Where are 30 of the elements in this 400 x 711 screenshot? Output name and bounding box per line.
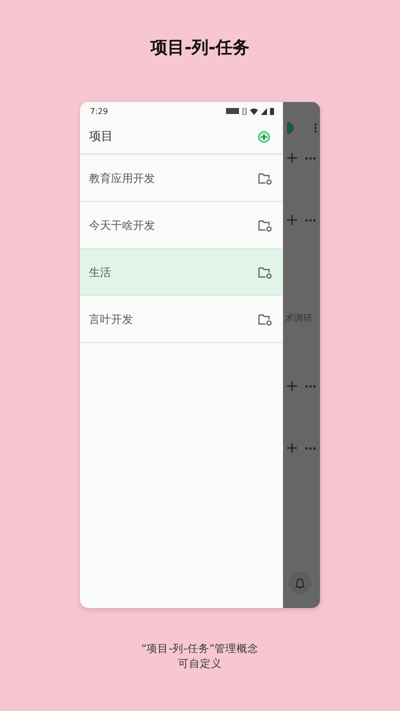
more-icon[interactable]	[305, 384, 316, 388]
project-name: 教育应用开发	[89, 170, 155, 186]
project-name: 今天干啥开发	[89, 218, 155, 232]
status-time: 7:29	[90, 106, 108, 116]
vibrate-icon	[242, 108, 247, 114]
more-vertical-icon[interactable]	[314, 122, 317, 132]
battery-icon	[270, 107, 274, 115]
reminder-button[interactable]	[287, 570, 313, 596]
add-circle-icon[interactable]	[258, 130, 270, 142]
project-name: 生活	[89, 264, 111, 280]
plus-icon[interactable]	[287, 215, 297, 225]
folder-settings-icon[interactable]	[258, 218, 272, 232]
signal-icon	[261, 108, 267, 114]
more-icon[interactable]	[305, 218, 316, 222]
project-name: 言叶开发	[89, 312, 133, 326]
folder-settings-icon[interactable]	[258, 172, 272, 184]
caption-text: “项目-列-任务”管理概念	[141, 642, 259, 657]
caption-text: 可自定义	[177, 657, 223, 672]
plus-icon[interactable]	[287, 153, 297, 163]
bell-icon	[295, 577, 305, 589]
drawer-title: 项目	[89, 128, 113, 145]
more-icon[interactable]	[305, 446, 316, 450]
folder-settings-icon[interactable]	[258, 312, 272, 326]
folder-settings-icon[interactable]	[258, 266, 272, 278]
plus-icon[interactable]	[287, 381, 297, 391]
more-icon[interactable]	[305, 156, 316, 160]
page-title: 项目-列-任务	[150, 37, 250, 60]
wifi-icon	[250, 108, 258, 114]
project-item[interactable]: 生活	[80, 249, 283, 296]
plus-icon[interactable]	[287, 443, 297, 453]
